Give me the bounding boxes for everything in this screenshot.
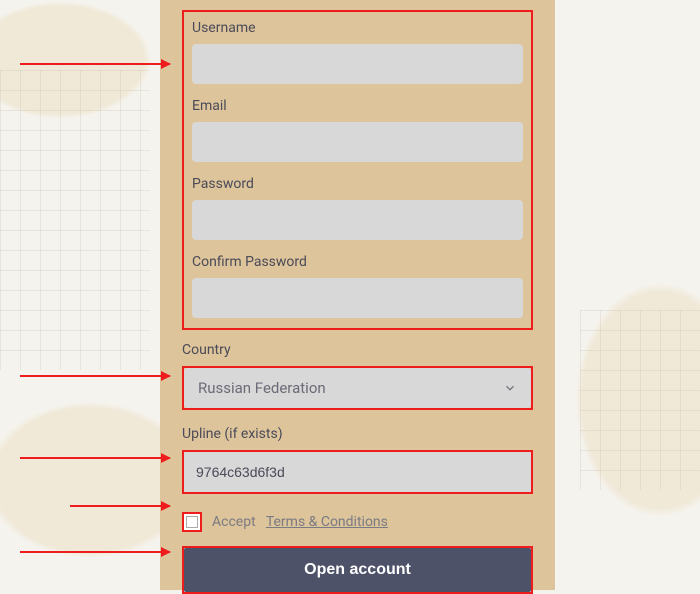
confirm-password-input[interactable] [192,278,523,318]
username-field: Username [192,20,523,84]
submit-highlight: Open account [182,546,533,594]
arrow-annotation [20,551,170,553]
username-input[interactable] [192,44,523,84]
confirm-password-label: Confirm Password [192,254,523,270]
bg-grid-right [580,310,700,490]
password-field: Password [192,176,523,240]
password-input[interactable] [192,200,523,240]
terms-link[interactable]: Terms & Conditions [266,514,388,530]
upline-highlight [182,450,533,494]
signup-form-panel: Username Email Password Confirm Password… [160,0,555,590]
terms-row: Accept Terms & Conditions [182,512,533,532]
terms-checkbox-highlight [182,512,202,532]
terms-checkbox[interactable] [186,516,198,528]
country-highlight: Russian Federation [182,366,533,410]
open-account-button[interactable]: Open account [184,548,531,592]
arrow-annotation [20,375,170,377]
arrow-annotation [20,63,170,65]
country-selected-value: Russian Federation [198,379,326,397]
bg-grid-left [0,70,150,370]
email-input[interactable] [192,122,523,162]
arrow-annotation [20,457,170,459]
main-fields-highlight: Username Email Password Confirm Password [182,10,533,330]
password-label: Password [192,176,523,192]
terms-accept-text: Accept [212,514,256,530]
upline-label: Upline (if exists) [182,426,533,442]
terms-text: Accept Terms & Conditions [212,514,388,530]
chevron-down-icon [503,381,517,395]
confirm-password-field: Confirm Password [192,254,523,318]
email-field: Email [192,98,523,162]
upline-input[interactable] [184,452,531,492]
arrow-annotation [70,505,170,507]
email-label: Email [192,98,523,114]
country-label: Country [182,342,533,358]
username-label: Username [192,20,523,36]
country-select[interactable]: Russian Federation [184,368,531,408]
